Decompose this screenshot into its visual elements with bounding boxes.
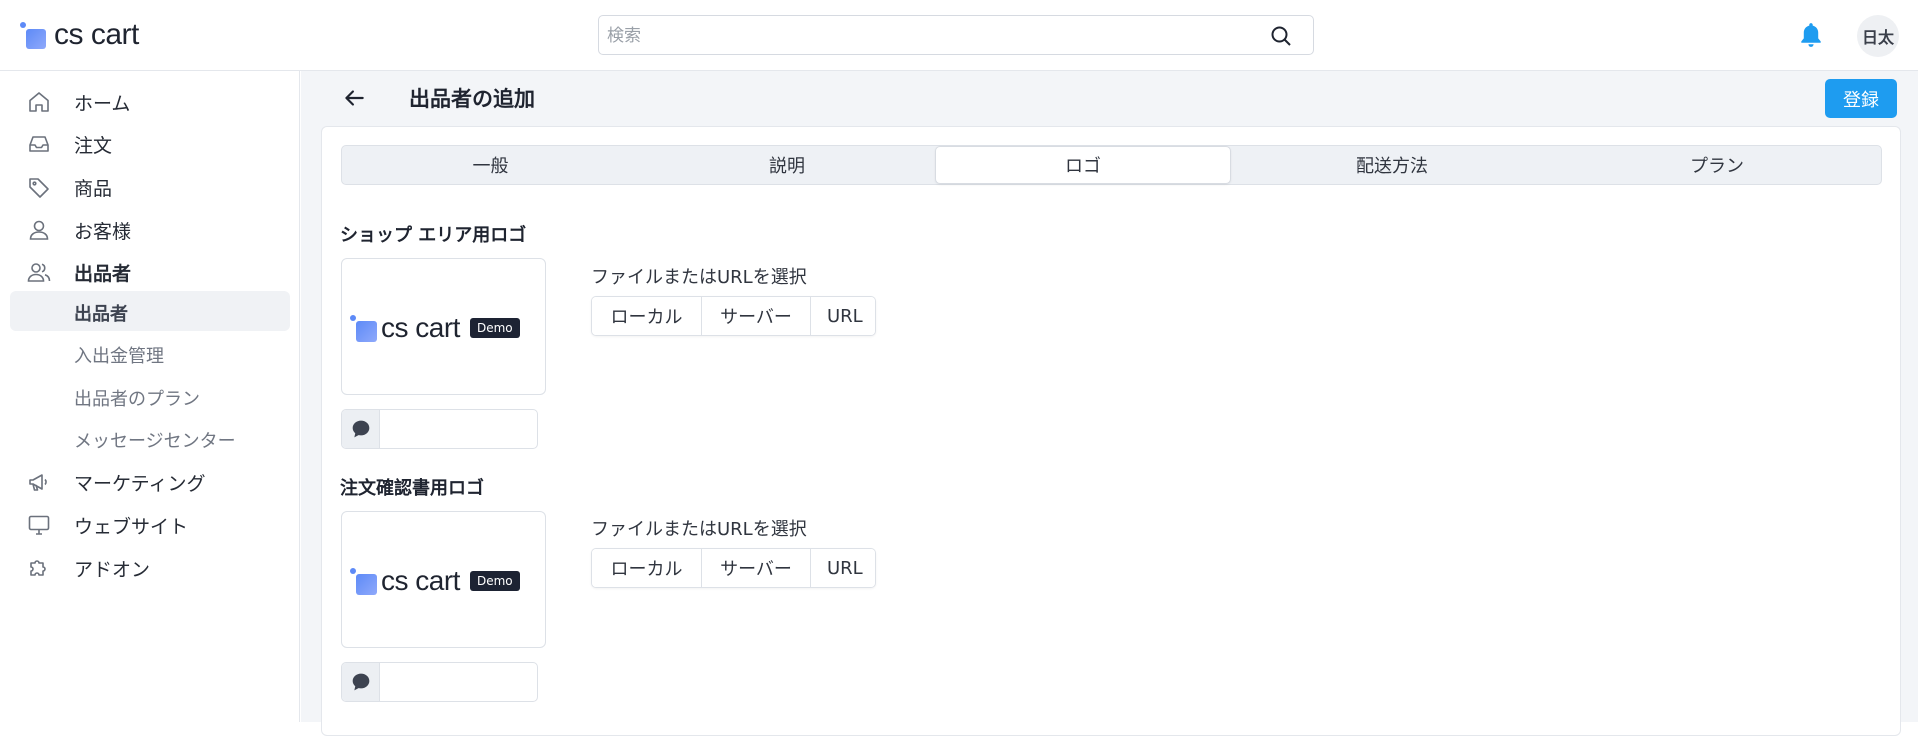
sidebar-item-label: お客様 [74, 220, 132, 243]
logo-mark-icon [20, 21, 48, 49]
sidebar-subitem-label: 出品者 [74, 304, 128, 325]
demo-badge: Demo [469, 318, 520, 338]
notification-bell-icon[interactable] [1798, 21, 1824, 49]
alt-text-addon [342, 663, 380, 701]
search-input[interactable] [607, 22, 1247, 50]
server-file-button[interactable]: サーバー [702, 297, 811, 335]
url-file-button[interactable]: URL [811, 297, 875, 335]
logo-mark-icon [350, 567, 377, 595]
sidebar-subitem-message-center[interactable]: メッセージセンター [10, 418, 290, 458]
preview-logo-text: cs cart [381, 312, 460, 343]
monitor-icon [28, 515, 50, 535]
cs-cart-logo[interactable]: cs cart [20, 18, 139, 52]
alt-text-field[interactable] [341, 662, 538, 702]
sidebar-subitem-label: 入出金管理 [74, 346, 164, 367]
sidebar-subitem-vendor-plans[interactable]: 出品者のプラン [10, 376, 290, 416]
tab-bar: 一般 説明 ロゴ 配送方法 プラン [341, 145, 1882, 185]
tab-shipping-methods[interactable]: 配送方法 [1231, 146, 1553, 184]
back-arrow-icon[interactable] [341, 85, 367, 111]
logo-text: cs cart [54, 18, 139, 51]
sidebar-item-home[interactable]: ホーム [10, 82, 290, 122]
sidebar-item-customers[interactable]: お客様 [10, 210, 290, 250]
sidebar-subitem-vendors[interactable]: 出品者 [10, 291, 290, 331]
sidebar-item-label: 出品者 [74, 262, 132, 285]
local-file-button[interactable]: ローカル [592, 549, 702, 587]
user-avatar[interactable]: 日太 [1857, 15, 1899, 57]
file-select-label: ファイルまたはURLを選択 [591, 267, 807, 288]
alt-text-addon [342, 410, 380, 448]
tab-logo[interactable]: ロゴ [935, 146, 1231, 184]
page-title: 出品者の追加 [409, 87, 535, 111]
preview-logo-text: cs cart [381, 565, 460, 596]
logo-mark-icon [350, 314, 377, 342]
alt-text-field[interactable] [341, 409, 538, 449]
puzzle-icon [30, 560, 46, 576]
alt-text-input[interactable] [382, 665, 532, 699]
sidebar-item-label: 注文 [74, 134, 113, 157]
file-source-buttons: ローカル サーバー URL [591, 548, 876, 588]
speech-bubble-icon [352, 673, 370, 691]
top-bar: cs cart 日太 [0, 0, 1918, 71]
local-file-button[interactable]: ローカル [592, 297, 702, 335]
speech-bubble-icon [352, 420, 370, 438]
sidebar-item-vendors[interactable]: 出品者 [10, 252, 290, 292]
users-icon [27, 263, 51, 282]
demo-badge: Demo [469, 571, 520, 591]
sidebar-item-label: ホーム [74, 92, 131, 115]
user-icon [29, 220, 49, 240]
sidebar-item-products[interactable]: 商品 [10, 167, 290, 207]
section-title-shop-logo: ショップ エリア用ロゴ [340, 225, 527, 246]
main-content: 出品者の追加 登録 一般 説明 ロゴ 配送方法 プラン ショップ エリア用ロゴ … [301, 71, 1918, 736]
file-select-label: ファイルまたはURLを選択 [591, 519, 807, 540]
section-title-invoice-logo: 注文確認書用ロゴ [340, 478, 484, 499]
form-card: 一般 説明 ロゴ 配送方法 プラン ショップ エリア用ロゴ cs cart De… [321, 126, 1901, 736]
sidebar-item-orders[interactable]: 注文 [10, 124, 290, 164]
sidebar-item-addons[interactable]: アドオン [10, 548, 290, 588]
file-source-buttons: ローカル サーバー URL [591, 296, 876, 336]
tab-plan[interactable]: プラン [1553, 146, 1881, 184]
sidebar-item-label: ウェブサイト [74, 515, 189, 538]
alt-text-input[interactable] [382, 412, 532, 446]
sidebar-subitem-accounting[interactable]: 入出金管理 [10, 333, 290, 373]
tab-description[interactable]: 説明 [639, 146, 935, 184]
server-file-button[interactable]: サーバー [702, 549, 811, 587]
sidebar-item-label: アドオン [74, 558, 151, 581]
logo-preview[interactable]: cs cart Demo [341, 511, 546, 648]
home-icon [29, 92, 49, 112]
inbox-icon [29, 136, 49, 152]
sidebar-item-website[interactable]: ウェブサイト [10, 505, 290, 545]
logo-preview[interactable]: cs cart Demo [341, 258, 546, 395]
sidebar-item-marketing[interactable]: マーケティング [10, 462, 290, 502]
megaphone-icon [29, 474, 47, 491]
url-file-button[interactable]: URL [811, 549, 875, 587]
sidebar-subitem-label: メッセージセンター [74, 431, 236, 452]
save-button[interactable]: 登録 [1825, 79, 1897, 118]
search-icon[interactable] [1269, 24, 1293, 48]
sidebar-subitem-label: 出品者のプラン [74, 389, 200, 410]
tab-general[interactable]: 一般 [342, 146, 639, 184]
sidebar-item-label: マーケティング [74, 472, 206, 495]
sidebar-item-label: 商品 [74, 177, 113, 200]
tag-icon [29, 178, 49, 198]
sidebar: ホーム 注文 商品 お客様 出品者 出品者 入出金管理 出品者のプラン メッセー… [0, 71, 300, 722]
search-box[interactable] [598, 15, 1314, 55]
